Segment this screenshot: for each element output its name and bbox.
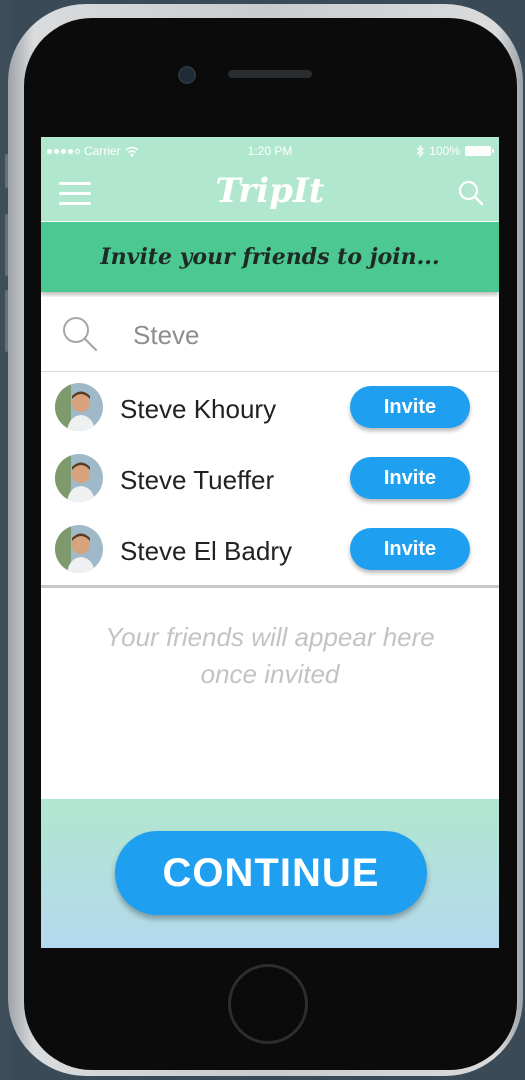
invite-button[interactable]: Invite (350, 457, 470, 499)
friend-row: Steve Tueffer Invite (41, 443, 499, 515)
search-input[interactable] (131, 315, 475, 355)
avatar-icon (55, 525, 103, 573)
friend-name: Steve Khoury (120, 394, 277, 424)
empty-state-line-1: Your friends will appear here (105, 622, 435, 652)
invite-button[interactable]: Invite (350, 528, 470, 570)
friend-row: Steve Khoury Invite (41, 372, 499, 444)
bluetooth-icon (416, 145, 425, 157)
empty-state-message: Your friends will appear here once invit… (41, 619, 499, 693)
volume-down-button (5, 290, 8, 352)
invite-banner: Invite your friends to join... (41, 222, 499, 292)
camera-icon (178, 66, 196, 84)
battery-icon (465, 146, 494, 156)
app-screen: Carrier 1:20 PM 100% TripIt Invite your … (41, 137, 499, 948)
invite-button[interactable]: Invite (350, 386, 470, 428)
status-right: 100% (416, 144, 494, 158)
avatar-icon (55, 383, 103, 431)
battery-percent: 100% (429, 144, 460, 158)
mute-switch (5, 154, 8, 188)
speaker-grille (228, 70, 312, 78)
search-icon[interactable] (457, 179, 485, 207)
app-title: TripIt (215, 171, 325, 211)
friend-search-bar (41, 297, 499, 372)
status-bar: Carrier 1:20 PM 100% (41, 137, 499, 165)
empty-state-line-2: once invited (200, 659, 340, 689)
bottom-panel: CONTINUE (41, 799, 499, 948)
avatar-icon (55, 454, 103, 502)
continue-button[interactable]: CONTINUE (115, 831, 427, 915)
search-icon (63, 317, 98, 352)
friend-name: Steve El Badry (120, 536, 292, 566)
banner-text: Invite your friends to join... (100, 244, 440, 270)
friend-row: Steve El Badry Invite (41, 514, 499, 588)
home-button[interactable] (228, 964, 308, 1044)
volume-up-button (5, 214, 8, 276)
friend-name: Steve Tueffer (120, 465, 275, 495)
nav-bar: TripIt (41, 165, 499, 221)
